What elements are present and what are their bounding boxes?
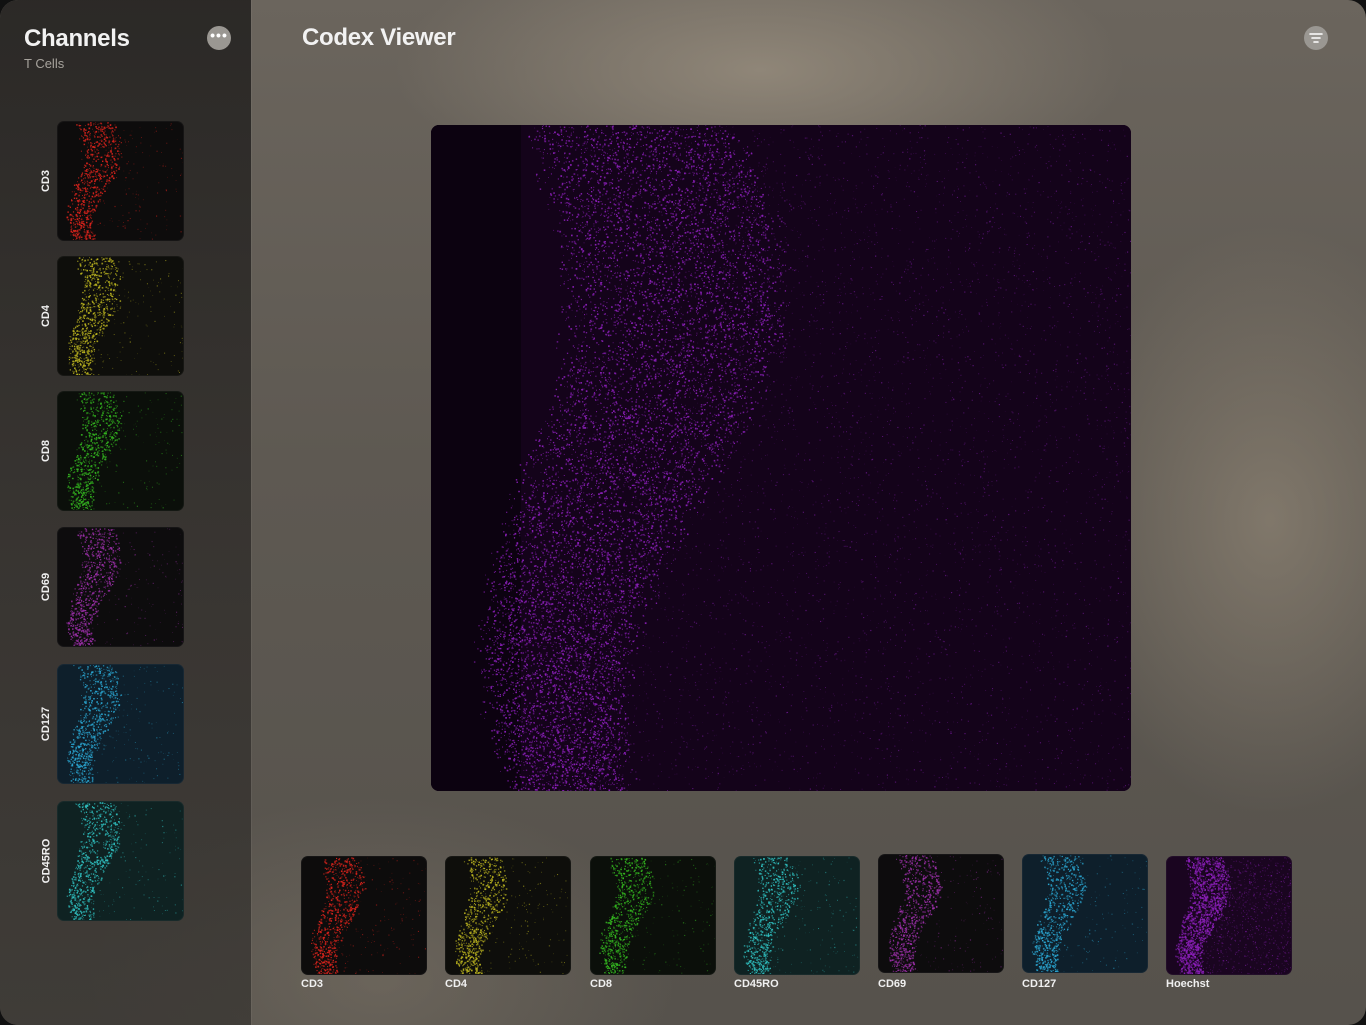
sidebar-channel-cd69[interactable]: CD69: [36, 527, 186, 647]
channel-label: CD8: [590, 978, 612, 990]
filter-button[interactable]: [1304, 26, 1328, 50]
channel-thumbnail: [57, 664, 184, 784]
more-options-button[interactable]: •••: [207, 26, 231, 50]
channels-sidebar: Channels T Cells ••• CD3 CD4 CD8 CD69 CD…: [0, 0, 251, 1025]
channel-thumbnail: [57, 527, 184, 647]
channel-label: CD69: [878, 978, 906, 990]
tissue-texture: [1031, 855, 1147, 972]
strip-channel-cd69[interactable]: CD69: [878, 854, 1004, 994]
strip-channel-cd4[interactable]: CD4: [445, 856, 571, 996]
sidebar-channel-cd127[interactable]: CD127: [36, 664, 186, 784]
tissue-texture: [66, 528, 183, 646]
channel-thumbnail: [57, 256, 184, 376]
channel-label: Hoechst: [1166, 978, 1209, 990]
tissue-texture: [66, 122, 183, 240]
channel-thumbnail: [445, 856, 571, 975]
tissue-texture: [599, 857, 715, 974]
tissue-texture: [1175, 857, 1291, 974]
channel-thumbnail: [57, 801, 184, 921]
channel-thumbnail: [1022, 854, 1148, 973]
channel-label: CD3: [40, 170, 52, 192]
strip-channel-cd3[interactable]: CD3: [301, 856, 427, 996]
tissue-texture: [888, 855, 1003, 972]
sidebar-channel-cd45ro[interactable]: CD45RO: [36, 801, 186, 921]
strip-channel-cd8[interactable]: CD8: [590, 856, 716, 996]
tissue-image-viewer[interactable]: [431, 125, 1131, 791]
sidebar-channel-cd4[interactable]: CD4: [36, 256, 186, 376]
channel-label: CD45RO: [734, 978, 779, 990]
tissue-texture: [67, 665, 183, 783]
tissue-texture: [66, 802, 183, 920]
sidebar-channel-cd3[interactable]: CD3: [36, 121, 186, 241]
channel-thumbnail: [878, 854, 1004, 973]
channel-label: CD8: [40, 440, 52, 462]
channel-thumbnail: [57, 121, 184, 241]
channel-thumbnail: [590, 856, 716, 975]
channel-label: CD127: [1022, 978, 1056, 990]
app-window: Channels T Cells ••• CD3 CD4 CD8 CD69 CD…: [0, 0, 1366, 1025]
strip-channel-cd127[interactable]: CD127: [1022, 854, 1148, 994]
channel-thumbnail: [734, 856, 860, 975]
tissue-texture: [455, 857, 568, 974]
tissue-image: [431, 125, 1131, 791]
page-title: Codex Viewer: [302, 24, 456, 52]
channel-label: CD3: [301, 978, 323, 990]
ellipsis-icon: •••: [210, 28, 228, 42]
tissue-texture: [67, 392, 183, 510]
strip-channel-cd45ro[interactable]: CD45RO: [734, 856, 860, 996]
channel-thumbnail: [57, 391, 184, 511]
channel-thumbnail: [1166, 856, 1292, 975]
tissue-texture: [743, 857, 859, 974]
channel-label: CD45RO: [40, 839, 52, 884]
sidebar-title: Channels: [24, 25, 130, 53]
filter-icon: [1309, 33, 1323, 43]
tissue-texture: [311, 857, 426, 974]
channel-label: CD127: [40, 707, 52, 741]
sidebar-channel-cd8[interactable]: CD8: [36, 391, 186, 511]
channel-label: CD69: [40, 573, 52, 601]
channel-thumbnail: [301, 856, 427, 975]
sidebar-subtitle: T Cells: [24, 56, 64, 71]
strip-channel-hoechst[interactable]: Hoechst: [1166, 856, 1292, 996]
tissue-texture: [68, 257, 183, 375]
channel-label: CD4: [40, 305, 52, 327]
channel-label: CD4: [445, 978, 467, 990]
